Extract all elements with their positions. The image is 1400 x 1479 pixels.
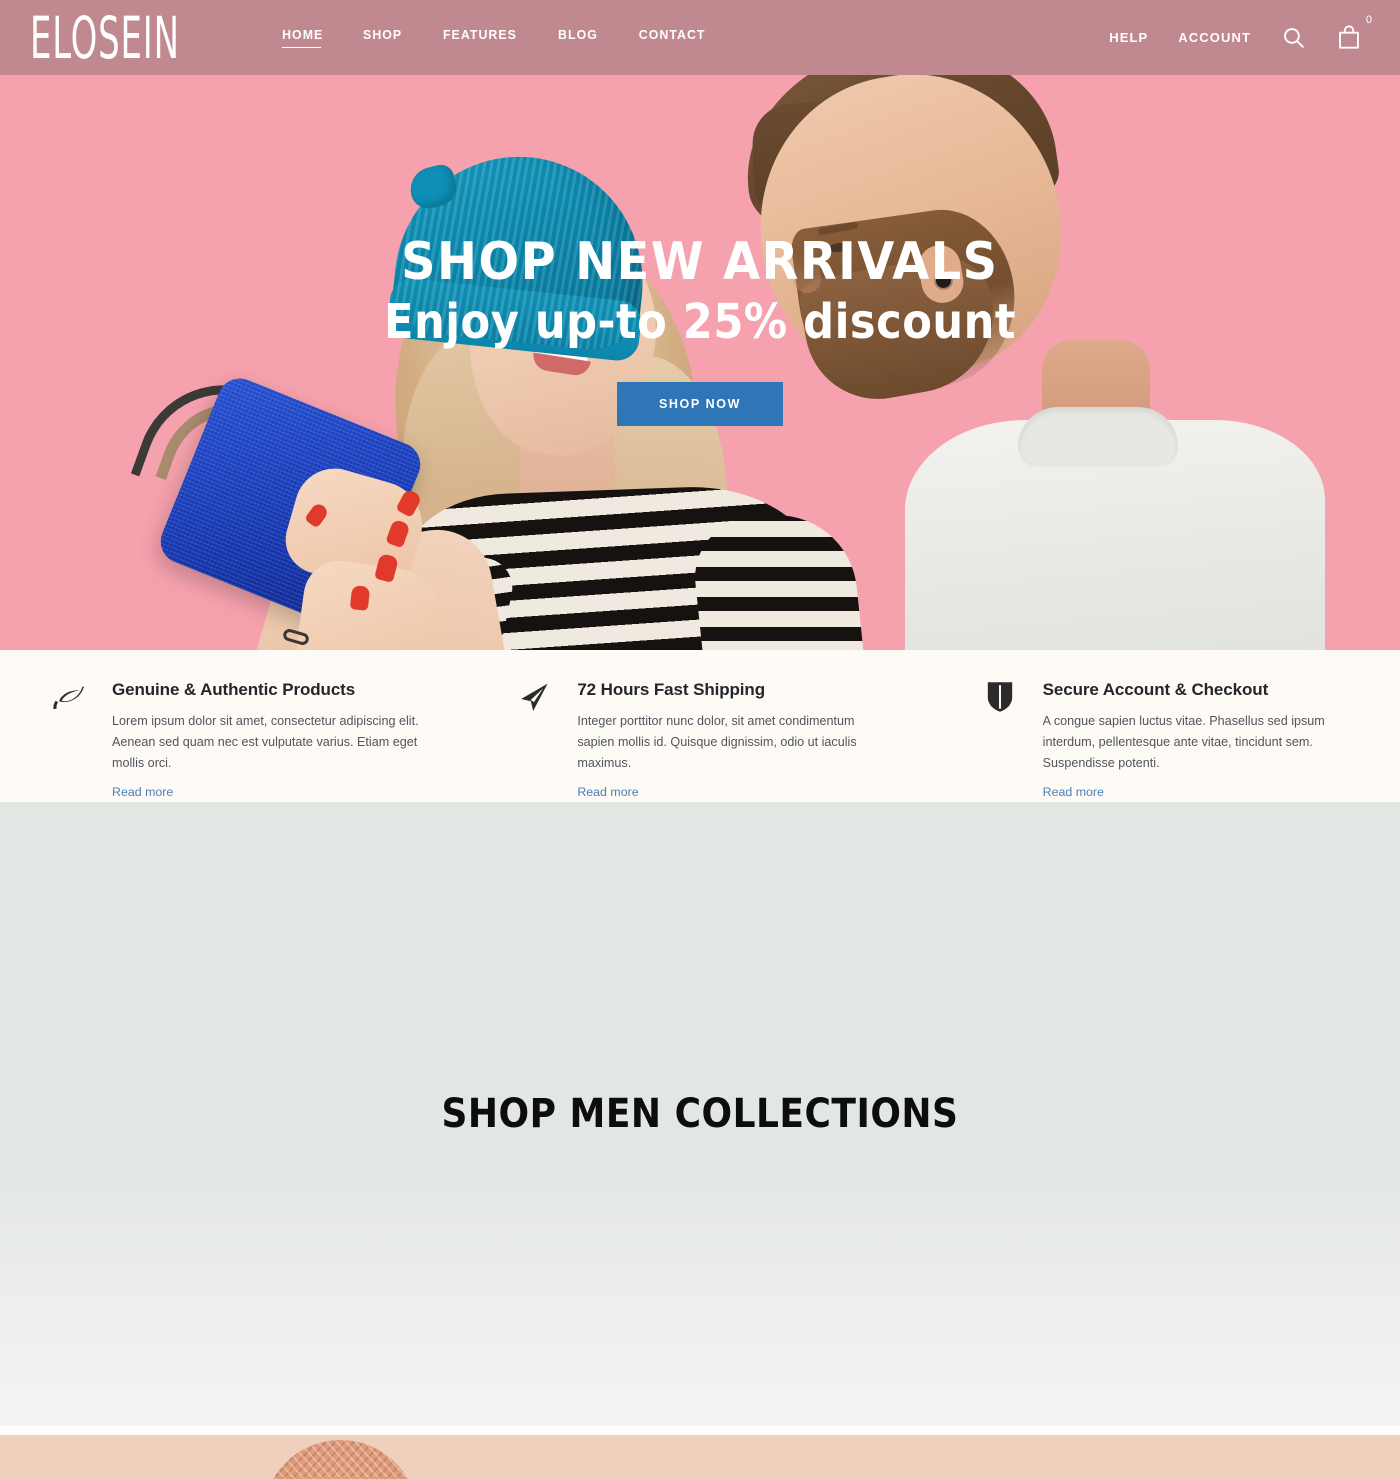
nav-item-blog[interactable]: BLOG xyxy=(558,27,598,48)
main-navigation: HOME SHOP FEATURES BLOG CONTACT xyxy=(281,27,708,48)
read-more-link[interactable]: Read more xyxy=(1043,785,1104,799)
nav-item-shop[interactable]: SHOP xyxy=(363,27,402,48)
section-gap xyxy=(0,1426,1400,1435)
feature-card-genuine-products: Genuine & Authentic Products Lorem ipsum… xyxy=(0,680,467,802)
men-collection-content: SHOP MEN COLLECTIONS xyxy=(0,802,1400,1426)
hero-subtitle: Enjoy up-to 25% discount xyxy=(383,293,1017,350)
nav-item-home[interactable]: HOME xyxy=(281,27,323,48)
shopping-bag-icon xyxy=(1339,25,1359,49)
site-header: ELOSEIN HOME SHOP FEATURES BLOG CONTACT … xyxy=(0,0,1400,75)
feature-card-secure-checkout: Secure Account & Checkout A congue sapie… xyxy=(925,680,1400,802)
men-collection-title: SHOP MEN COLLECTIONS xyxy=(441,1091,959,1137)
account-link[interactable]: ACCOUNT xyxy=(1178,30,1251,45)
knit-hat-photo xyxy=(263,1440,418,1479)
help-link[interactable]: HELP xyxy=(1109,30,1148,45)
nav-item-features[interactable]: FEATURES xyxy=(443,27,517,48)
feature-title: Genuine & Authentic Products xyxy=(112,680,356,699)
hero-title: SHOP NEW ARRIVALS xyxy=(401,232,999,292)
nav-item-contact[interactable]: CONTACT xyxy=(639,27,706,48)
paper-plane-icon xyxy=(513,680,555,722)
search-button[interactable] xyxy=(1281,25,1306,50)
hero-content: SHOP NEW ARRIVALS Enjoy up-to 25% discou… xyxy=(0,75,1400,650)
search-icon xyxy=(1284,28,1304,48)
bottom-banner-strip[interactable] xyxy=(0,1435,1400,1479)
shield-icon xyxy=(979,680,1021,722)
header-utilities: HELP ACCOUNT 0 xyxy=(1109,15,1372,51)
site-logo[interactable]: ELOSEIN xyxy=(30,9,180,67)
feature-description: Lorem ipsum dolor sit amet, consectetur … xyxy=(112,714,419,770)
read-more-link[interactable]: Read more xyxy=(112,785,173,799)
features-section: Genuine & Authentic Products Lorem ipsum… xyxy=(0,650,1400,802)
shop-now-button[interactable]: SHOP NOW xyxy=(616,382,784,427)
read-more-link[interactable]: Read more xyxy=(577,785,638,799)
feature-description: Integer porttitor nunc dolor, sit amet c… xyxy=(577,714,857,770)
leaf-icon xyxy=(48,680,90,722)
feature-description: A congue sapien luctus vitae. Phasellus … xyxy=(1042,714,1325,770)
cart-count-badge: 0 xyxy=(1365,14,1372,26)
feature-card-fast-shipping: 72 Hours Fast Shipping Integer porttitor… xyxy=(467,680,924,802)
feature-title: Secure Account & Checkout xyxy=(1042,680,1269,699)
cart-button[interactable]: 0 xyxy=(1336,15,1372,51)
men-collection-banner[interactable]: SHOP MEN COLLECTIONS xyxy=(0,802,1400,1426)
feature-title: 72 Hours Fast Shipping xyxy=(577,680,765,699)
hero-banner: SHOP NEW ARRIVALS Enjoy up-to 25% discou… xyxy=(0,75,1400,650)
